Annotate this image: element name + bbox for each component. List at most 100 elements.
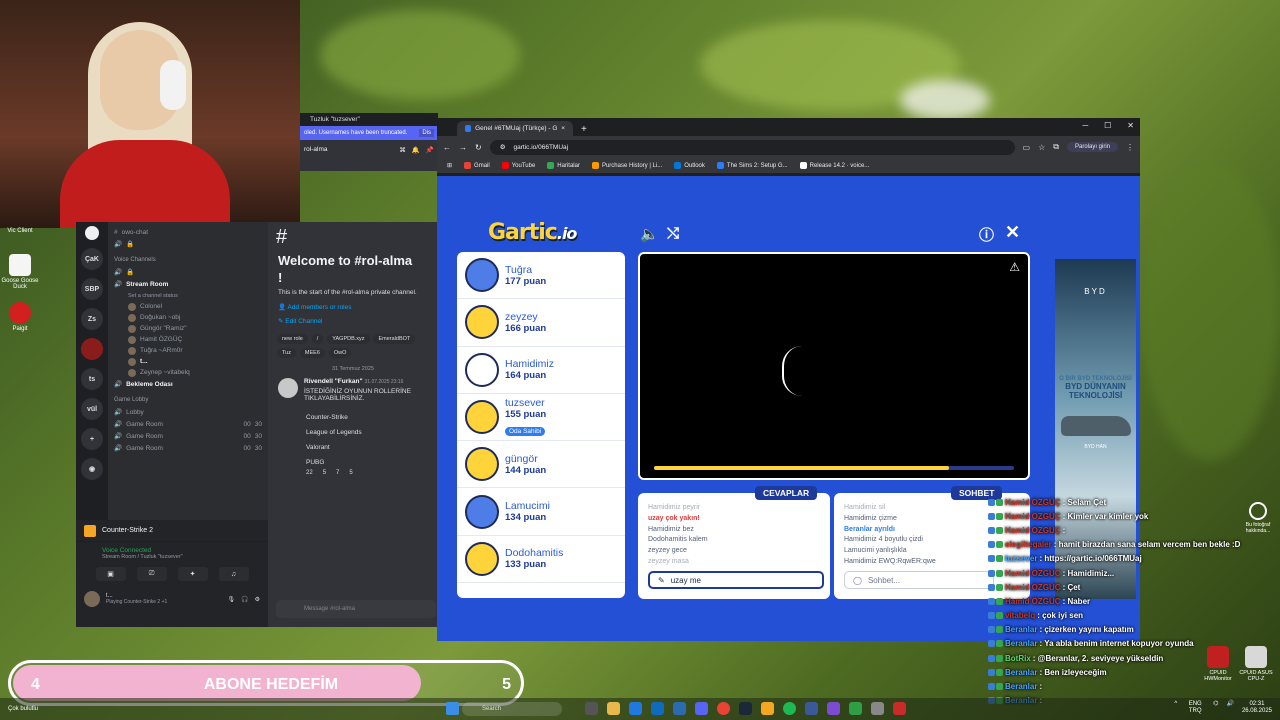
screen-share-button[interactable]: ⎚ <box>136 567 167 581</box>
start-icon[interactable] <box>446 702 459 715</box>
volume-icon[interactable]: 🔊 <box>1226 701 1233 715</box>
app-icon[interactable] <box>893 702 906 715</box>
mail-icon[interactable] <box>651 702 664 715</box>
soundboard-button[interactable]: ♫ <box>218 567 249 581</box>
role-pill[interactable]: OwO <box>328 348 352 358</box>
bookmark[interactable]: Gmail <box>464 162 490 169</box>
info-icon[interactable]: ⓘ <box>979 224 994 245</box>
weather-widget[interactable]: Çok bulutlu <box>8 706 38 712</box>
minimize-button[interactable]: ─ <box>1082 121 1088 130</box>
role-pill[interactable]: / <box>311 334 324 344</box>
chat-input[interactable]: ◯ Sohbet... <box>844 571 994 589</box>
headphones-icon[interactable]: 🎧 <box>241 596 248 603</box>
back-icon[interactable]: ← <box>443 143 451 152</box>
bookmark[interactable]: YouTube <box>501 162 535 169</box>
player-row[interactable]: Lamucimi 134 puan <box>457 488 625 536</box>
app-icon[interactable] <box>827 702 840 715</box>
activities-button[interactable]: ✦ <box>177 567 208 581</box>
edit-channel-link[interactable]: ✎ Edit Channel <box>268 314 438 328</box>
share-icon[interactable]: ⤭ <box>667 225 679 242</box>
forward-icon[interactable]: → <box>459 143 467 152</box>
mic-icon[interactable]: 🎙 <box>228 596 236 603</box>
app-icon[interactable] <box>761 702 774 715</box>
edge-icon[interactable] <box>629 702 642 715</box>
desktop-icon-paigit[interactable]: Paigit <box>0 302 40 332</box>
add-server-icon[interactable]: + <box>81 428 103 450</box>
desktop-icon-goose[interactable]: Goose Goose Duck <box>0 254 40 290</box>
channel-game-room[interactable]: 🔊 Game Room 00 30 <box>114 418 262 430</box>
channel-stream-room[interactable]: 🔊 Stream Room <box>114 278 262 290</box>
browser-tab[interactable]: Genel #6TMUaj (Türkçe) - Gartic× <box>457 121 573 136</box>
close-icon[interactable]: ✕ <box>1005 222 1020 243</box>
avatar[interactable] <box>278 378 298 398</box>
close-tab-icon[interactable]: × <box>561 125 565 132</box>
tray-chevron-icon[interactable]: ^ <box>1174 701 1177 715</box>
address-bar[interactable]: ⚙ gartic.io/066TMUaj <box>489 139 1015 155</box>
site-info-icon[interactable]: ⚙ <box>500 143 506 151</box>
store-icon[interactable] <box>673 702 686 715</box>
reload-icon[interactable]: ↻ <box>475 143 482 152</box>
player-row[interactable]: tuzsever 155 puan Oda Sahibi <box>457 394 625 442</box>
player-row[interactable]: Hamidimiz 164 puan <box>457 347 625 394</box>
voice-member[interactable]: Colonel <box>114 301 262 312</box>
clock[interactable]: 02:31 26.08.2025 <box>1242 701 1272 715</box>
app-icon[interactable] <box>849 702 862 715</box>
server-icon[interactable]: ÇaK <box>81 248 103 270</box>
bookmark[interactable]: Release 14.2 · voice... <box>799 162 869 169</box>
discover-icon[interactable]: ◉ <box>81 458 103 480</box>
bookmark[interactable]: The Sims 2: Setup G... <box>716 162 788 169</box>
apps-icon[interactable]: ⊞ <box>447 162 452 169</box>
bookmark[interactable]: Outlook <box>674 162 705 169</box>
player-row[interactable]: güngör 144 puan <box>457 441 625 489</box>
server-icon[interactable] <box>81 338 103 360</box>
reaction[interactable]: 5 <box>323 470 326 476</box>
gear-icon[interactable]: ⚙ <box>255 596 260 603</box>
maximize-button[interactable]: ☐ <box>1104 121 1111 130</box>
password-button[interactable]: Parolayı girin <box>1066 142 1118 152</box>
gartic-logo[interactable]: Gartic.io <box>488 220 577 245</box>
answer-input[interactable]: ✎ uzay me <box>648 571 824 589</box>
dismiss-button[interactable]: Dis <box>419 129 434 137</box>
role-pill[interactable]: Tuz <box>277 348 296 358</box>
reaction[interactable]: 7 <box>336 470 339 476</box>
app-icon[interactable] <box>871 702 884 715</box>
server-icon[interactable]: Zs <box>81 308 103 330</box>
channel-lobby[interactable]: 🔊 Lobby <box>114 406 262 418</box>
menu-icon[interactable]: ⋮ <box>1126 143 1134 152</box>
bookmark[interactable]: Purchase History | Li... <box>591 162 662 169</box>
now-playing[interactable]: Counter-Strike 2 <box>76 520 268 542</box>
role-pill[interactable]: new role <box>277 334 308 344</box>
role-pill[interactable]: YAGPDB.xyz <box>327 334 370 344</box>
role-pill[interactable]: MEE6 <box>299 348 325 358</box>
channel-bekleme[interactable]: 🔊 Bekleme Odası <box>114 378 262 390</box>
voice-member[interactable]: Tuğra ~ARm0r <box>114 345 262 356</box>
search-box[interactable]: Search <box>462 702 562 716</box>
player-row[interactable]: Tuğra 177 puan <box>457 252 625 300</box>
voice-member[interactable]: Zeynep ~vitabelq <box>114 367 262 378</box>
voice-connected-status[interactable]: Voice Connected Stream Room / Tuzluk "tuz… <box>76 542 268 565</box>
cast-icon[interactable]: ▭ <box>1023 143 1031 152</box>
bell-icon[interactable]: 🔔 <box>412 146 420 154</box>
category-voice[interactable]: Voice Channels <box>114 254 262 266</box>
chrome-icon[interactable] <box>717 702 730 715</box>
extensions-icon[interactable]: ⧉ <box>1053 142 1059 152</box>
server-icon[interactable] <box>85 226 99 240</box>
channel-game-room[interactable]: 🔊 Game Room 00 30 <box>114 442 262 454</box>
role-pill[interactable]: EmeraldBOT <box>373 334 416 344</box>
voice-member[interactable]: Hamit ÖZGÜÇ <box>114 334 262 345</box>
task-view-icon[interactable] <box>585 702 598 715</box>
drawing-canvas[interactable]: ⚠ <box>638 252 1030 480</box>
spotify-icon[interactable] <box>783 702 796 715</box>
message-input[interactable]: Message #rol-alma <box>276 600 436 618</box>
reaction[interactable]: 22 <box>306 470 313 476</box>
voice-member[interactable]: Doğukan ~obj <box>114 312 262 323</box>
reaction[interactable]: 5 <box>349 470 352 476</box>
photo-info-widget[interactable]: Bu fotoğraf hakkında... <box>1238 502 1278 534</box>
report-warning-icon[interactable]: ⚠ <box>1009 260 1020 274</box>
close-button[interactable]: ✕ <box>1127 121 1134 130</box>
category-game-lobby[interactable]: Game Lobby <box>114 394 262 406</box>
server-icon[interactable]: vül <box>81 398 103 420</box>
language-indicator[interactable]: ENG TRQ <box>1185 701 1205 715</box>
app-icon[interactable] <box>805 702 818 715</box>
desktop-icon-client[interactable]: Vic Client <box>0 228 40 234</box>
